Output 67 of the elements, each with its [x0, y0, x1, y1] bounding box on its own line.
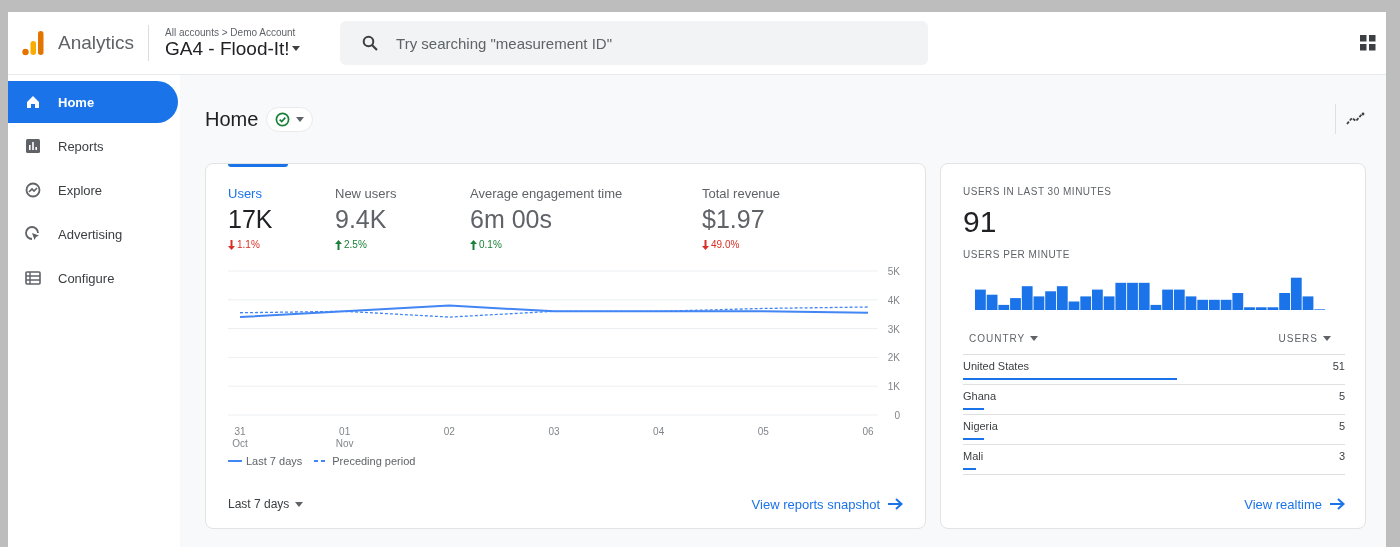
- metric-tab[interactable]: Users 17K 1.1%: [228, 164, 335, 251]
- caret-icon: [1323, 335, 1331, 341]
- sidebar-item[interactable]: Advertising: [8, 213, 178, 255]
- metric-tab[interactable]: New users 9.4K 2.5%: [335, 164, 470, 251]
- up-arrow-icon: [470, 239, 477, 250]
- view-snapshot-link[interactable]: View reports snapshot: [751, 496, 903, 512]
- realtime-value: 91: [963, 205, 997, 239]
- explore-icon: [24, 181, 42, 199]
- realtime-title: USERS IN LAST 30 MINUTES: [963, 186, 1113, 197]
- analytics-logo-icon: [22, 30, 44, 56]
- user-count: 51: [1332, 359, 1345, 372]
- page-title: Home: [205, 107, 259, 131]
- arrow-right-icon: [1330, 498, 1345, 510]
- axis-label: 03: [548, 426, 560, 437]
- apps-grid-icon[interactable]: [1360, 35, 1376, 51]
- metric-tab[interactable]: Average engagement time 6m 00s 0.1%: [470, 164, 702, 251]
- reports-icon: [24, 137, 42, 155]
- arrow-right-icon: [888, 498, 903, 510]
- check-circle-icon: [275, 111, 291, 127]
- caret-icon: [291, 46, 300, 51]
- configure-icon: [24, 269, 42, 287]
- axis-label: 1K: [887, 381, 900, 393]
- advertising-icon: [24, 225, 42, 243]
- search-field[interactable]: Try searching "measurement ID": [340, 21, 929, 65]
- column-header[interactable]: COUNTRY: [969, 332, 1039, 344]
- axis-label: 4K: [887, 294, 900, 306]
- status-dropdown[interactable]: [266, 106, 314, 132]
- property-selector[interactable]: GA4 - Flood-It!: [165, 37, 341, 60]
- axis-label: 5K: [887, 266, 900, 277]
- user-count: 3: [1338, 449, 1345, 462]
- axis-label: 3K: [887, 323, 900, 335]
- caret-icon: [295, 501, 304, 507]
- insights-icon[interactable]: [1346, 112, 1366, 126]
- legend-label: Preceding period: [332, 455, 416, 467]
- country-name: Ghana: [963, 389, 997, 402]
- metric-tab[interactable]: Total revenue $1.97 49.0%: [702, 164, 902, 251]
- country-name: United States: [963, 359, 1030, 372]
- user-count: 5: [1338, 419, 1345, 432]
- column-header[interactable]: USERS: [1278, 332, 1331, 344]
- sidebar-item[interactable]: Reports: [8, 125, 178, 167]
- axis-label: 31 Oct: [232, 426, 248, 449]
- axis-label: 05: [757, 426, 769, 437]
- home-icon: [24, 93, 42, 111]
- axis-label: 2K: [887, 352, 900, 364]
- chart-subtitle: USERS PER MINUTE: [963, 249, 1071, 260]
- axis-label: 04: [653, 426, 665, 437]
- country-name: Mali: [963, 449, 984, 462]
- axis-label: 02: [443, 426, 455, 437]
- sidebar-item[interactable]: Configure: [8, 257, 178, 299]
- view-realtime-link[interactable]: View realtime: [1244, 496, 1345, 512]
- sidebar-item[interactable]: Explore: [8, 169, 178, 211]
- country-name: Nigeria: [963, 419, 998, 432]
- axis-label: 0: [894, 410, 900, 421]
- caret-icon: [1030, 335, 1039, 341]
- solid-line-icon: [228, 459, 242, 463]
- user-count: 5: [1338, 389, 1345, 402]
- breadcrumb: All accounts > Demo Account: [165, 26, 297, 38]
- down-arrow-icon: [228, 239, 235, 250]
- legend-label: Last 7 days: [246, 455, 303, 467]
- down-arrow-icon: [702, 239, 709, 250]
- up-arrow-icon: [335, 239, 342, 250]
- sidebar-item[interactable]: Home: [8, 81, 178, 123]
- caret-icon: [296, 116, 305, 122]
- date-range-dropdown[interactable]: Last 7 days: [228, 497, 304, 511]
- app-name: Analytics: [58, 32, 135, 54]
- axis-label: 06: [862, 426, 874, 437]
- axis-label: 01 Nov: [335, 426, 354, 449]
